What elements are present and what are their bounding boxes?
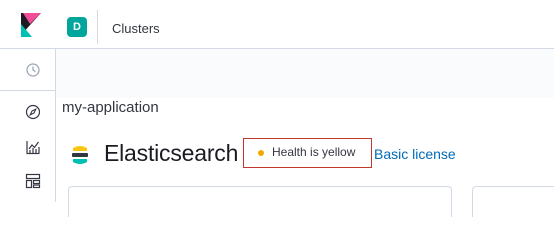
health-status-badge: Health is yellow bbox=[243, 138, 372, 168]
main-content: my-application Elasticsearch Health is y… bbox=[56, 49, 554, 217]
overview-panel bbox=[68, 186, 452, 217]
health-status-dot-icon bbox=[258, 150, 264, 156]
side-nav bbox=[0, 0, 56, 202]
dashboard-icon[interactable] bbox=[25, 173, 41, 189]
clock-icon[interactable] bbox=[25, 62, 41, 78]
header-divider bbox=[97, 10, 98, 44]
license-link[interactable]: Basic license bbox=[374, 146, 456, 162]
cluster-name: my-application bbox=[62, 99, 159, 116]
health-status-text: Health is yellow bbox=[272, 145, 356, 159]
breadcrumb[interactable]: Clusters bbox=[112, 21, 160, 36]
elasticsearch-logo-icon bbox=[72, 146, 88, 164]
nav-divider bbox=[0, 48, 55, 49]
visualize-icon[interactable] bbox=[25, 139, 41, 155]
nav-divider bbox=[0, 90, 55, 91]
overview-panel bbox=[472, 186, 554, 217]
product-title: Elasticsearch bbox=[104, 140, 239, 166]
space-avatar[interactable]: D bbox=[67, 17, 87, 37]
discover-icon[interactable] bbox=[25, 104, 41, 120]
kibana-logo-icon[interactable] bbox=[21, 13, 41, 37]
top-header: D Clusters bbox=[55, 0, 554, 49]
